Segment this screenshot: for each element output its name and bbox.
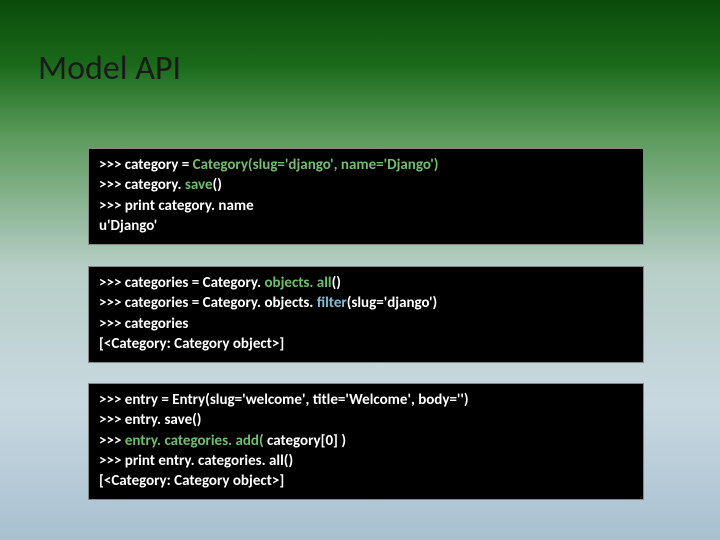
code-line: >>> category. (99, 176, 185, 194)
code-block-1: >>> category = Category(slug='django', n… (88, 148, 644, 245)
code-text: category[0] ) (267, 432, 346, 450)
code-block-2: >>> categories = Category. objects. all(… (88, 266, 644, 363)
code-line: >>> (99, 432, 125, 450)
code-line: [<Category: Category object>] (99, 472, 284, 490)
code-line: >>> entry = Entry(slug='welcome', title=… (99, 391, 469, 409)
code-line: >>> categories (99, 315, 188, 333)
code-highlight: filter (317, 294, 347, 312)
code-text: () (332, 274, 341, 292)
code-text: (slug='django') (347, 294, 437, 312)
code-line: >>> category = (99, 156, 193, 174)
code-line: >>> categories = Category. objects. (99, 294, 317, 312)
code-text: () (213, 176, 222, 194)
code-highlight: Category(slug='django', name='Django') (193, 156, 439, 174)
code-highlight: objects. all (264, 274, 331, 292)
slide-title: Model API (38, 48, 181, 89)
code-line: >>> print entry. categories. all() (99, 452, 293, 470)
code-block-3: >>> entry = Entry(slug='welcome', title=… (88, 383, 644, 500)
code-highlight: save (185, 176, 213, 194)
code-line: [<Category: Category object>] (99, 335, 284, 353)
code-line: >>> entry. save() (99, 411, 201, 429)
code-line: u'Django' (99, 217, 157, 235)
code-line: >>> print category. name (99, 197, 254, 215)
code-line: >>> categories = Category. (99, 274, 264, 292)
code-highlight: entry. categories. add( (125, 432, 267, 450)
